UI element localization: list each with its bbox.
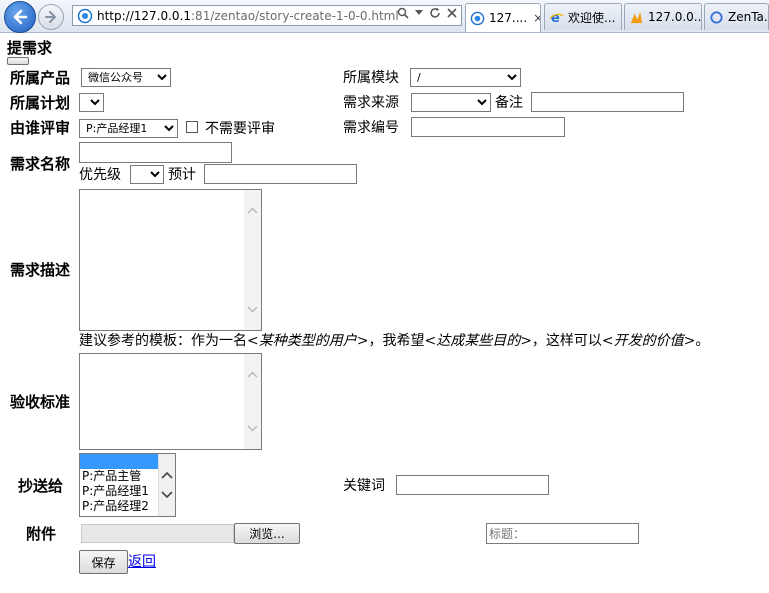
- back-arrow-icon: [13, 9, 28, 25]
- scroll-down-icon[interactable]: [244, 420, 261, 437]
- save-button[interactable]: 保存: [79, 550, 128, 574]
- source-select[interactable]: [411, 93, 491, 112]
- scroll-up-icon[interactable]: [244, 202, 261, 219]
- browse-button[interactable]: 浏览...: [234, 523, 300, 544]
- browser-tab-zentao[interactable]: 127.... ×: [465, 3, 541, 32]
- scroll-up-icon[interactable]: [161, 471, 173, 479]
- description-textarea[interactable]: [79, 189, 262, 331]
- estimate-input[interactable]: [204, 164, 357, 184]
- module-label: 所属模块: [343, 70, 399, 86]
- ie-e-icon: e: [549, 11, 564, 25]
- browser-tab-welcome[interactable]: e 欢迎使...: [544, 3, 622, 30]
- template-hint-suffix: >。: [683, 333, 710, 349]
- forward-arrow-icon: [45, 11, 56, 23]
- priority-select[interactable]: [130, 165, 164, 184]
- template-hint: 建议参考的模板：作为一名<某种类型的用户>，我希望<达成某些目的>，这样可以<开…: [79, 330, 709, 350]
- note-label: 备注: [495, 95, 523, 111]
- forward-button[interactable]: [38, 4, 64, 30]
- description-label: 需求描述: [10, 261, 71, 279]
- plan-select[interactable]: [79, 93, 104, 112]
- template-hint-mid2: >，这样可以<: [520, 333, 614, 349]
- story-create-page: 提需求 所属产品 微信公众号 所属模块 / 所属计划 需求来源 备注 由谁评审 …: [0, 33, 769, 593]
- mailto-listbox[interactable]: P:产品主管 P:产品经理1 P:产品经理2: [79, 453, 176, 517]
- keywords-label: 关键词: [343, 478, 385, 494]
- module-select[interactable]: /: [410, 68, 521, 87]
- tab-close-icon[interactable]: ×: [533, 11, 540, 25]
- toggle-button[interactable]: [7, 57, 29, 65]
- acceptance-label: 验收标准: [10, 393, 71, 411]
- story-name-label: 需求名称: [10, 155, 71, 173]
- product-label: 所属产品: [10, 69, 71, 87]
- mailto-label: 抄送给: [18, 477, 64, 495]
- scroll-up-icon[interactable]: [244, 366, 261, 383]
- phpmyadmin-icon: [630, 11, 643, 23]
- story-no-label: 需求编号: [343, 120, 399, 136]
- mailto-scrollbar[interactable]: [158, 454, 175, 516]
- zentao-ring-icon: [710, 10, 723, 24]
- acceptance-scrollbar[interactable]: [244, 354, 261, 449]
- template-hint-role: 某种类型的用户: [258, 333, 357, 349]
- address-tools: [397, 7, 457, 19]
- source-label: 需求来源: [343, 95, 399, 111]
- tab-label: ZenTa...: [728, 10, 768, 24]
- refresh-icon[interactable]: [429, 7, 441, 19]
- address-bar[interactable]: http://127.0.0.1:81/zentao/story-create-…: [72, 5, 462, 26]
- template-hint-goal: 达成某些目的: [436, 333, 521, 349]
- browser-tab-phpmyadmin[interactable]: 127.0.0...: [624, 3, 702, 30]
- description-scrollbar[interactable]: [244, 190, 261, 330]
- tab-label: 127....: [489, 11, 528, 25]
- tab-label: 欢迎使...: [568, 10, 616, 25]
- svg-text:e: e: [551, 11, 560, 25]
- acceptance-textarea[interactable]: [79, 353, 262, 450]
- no-review-checkbox[interactable]: [186, 121, 198, 133]
- scroll-down-icon[interactable]: [161, 491, 173, 499]
- reviewer-select[interactable]: P:产品经理1: [79, 119, 178, 138]
- template-hint-value: 开发的价值: [613, 333, 684, 349]
- scroll-down-icon[interactable]: [244, 301, 261, 318]
- reviewer-label: 由谁评审: [10, 119, 71, 137]
- plan-label: 所属计划: [10, 94, 71, 112]
- file-path-field[interactable]: [81, 524, 234, 543]
- ie-page-icon: [470, 11, 485, 25]
- estimate-label: 预计: [168, 167, 196, 183]
- page-title: 提需求: [7, 39, 53, 57]
- story-name-input[interactable]: [79, 142, 232, 163]
- search-icon[interactable]: [397, 7, 409, 19]
- browser-toolbar: http://127.0.0.1:81/zentao/story-create-…: [0, 0, 769, 33]
- no-review-label: 不需要评审: [205, 121, 275, 137]
- attachment-label: 附件: [26, 525, 57, 543]
- attachment-title-input[interactable]: [486, 523, 639, 544]
- dropdown-arrow-icon[interactable]: [415, 10, 423, 16]
- template-hint-prefix: 建议参考的模板：作为一名<: [79, 333, 259, 349]
- back-link[interactable]: 返回: [128, 551, 156, 571]
- url-host: http://127.0.0.1: [97, 8, 192, 23]
- ie-page-icon: [77, 8, 93, 23]
- note-input[interactable]: [531, 92, 684, 112]
- story-no-input[interactable]: [411, 117, 565, 137]
- back-button[interactable]: [4, 1, 36, 33]
- stop-icon[interactable]: [447, 8, 457, 18]
- product-select[interactable]: 微信公众号: [81, 68, 171, 87]
- priority-label: 优先级: [79, 167, 121, 183]
- browser-tab-zentao-2[interactable]: ZenTa...: [704, 3, 769, 30]
- template-hint-mid1: >，我希望<: [356, 333, 437, 349]
- tab-label: 127.0.0...: [648, 10, 702, 24]
- keywords-input[interactable]: [396, 475, 549, 495]
- url-path: :81/zentao/story-create-1-0-0.html: [191, 8, 399, 23]
